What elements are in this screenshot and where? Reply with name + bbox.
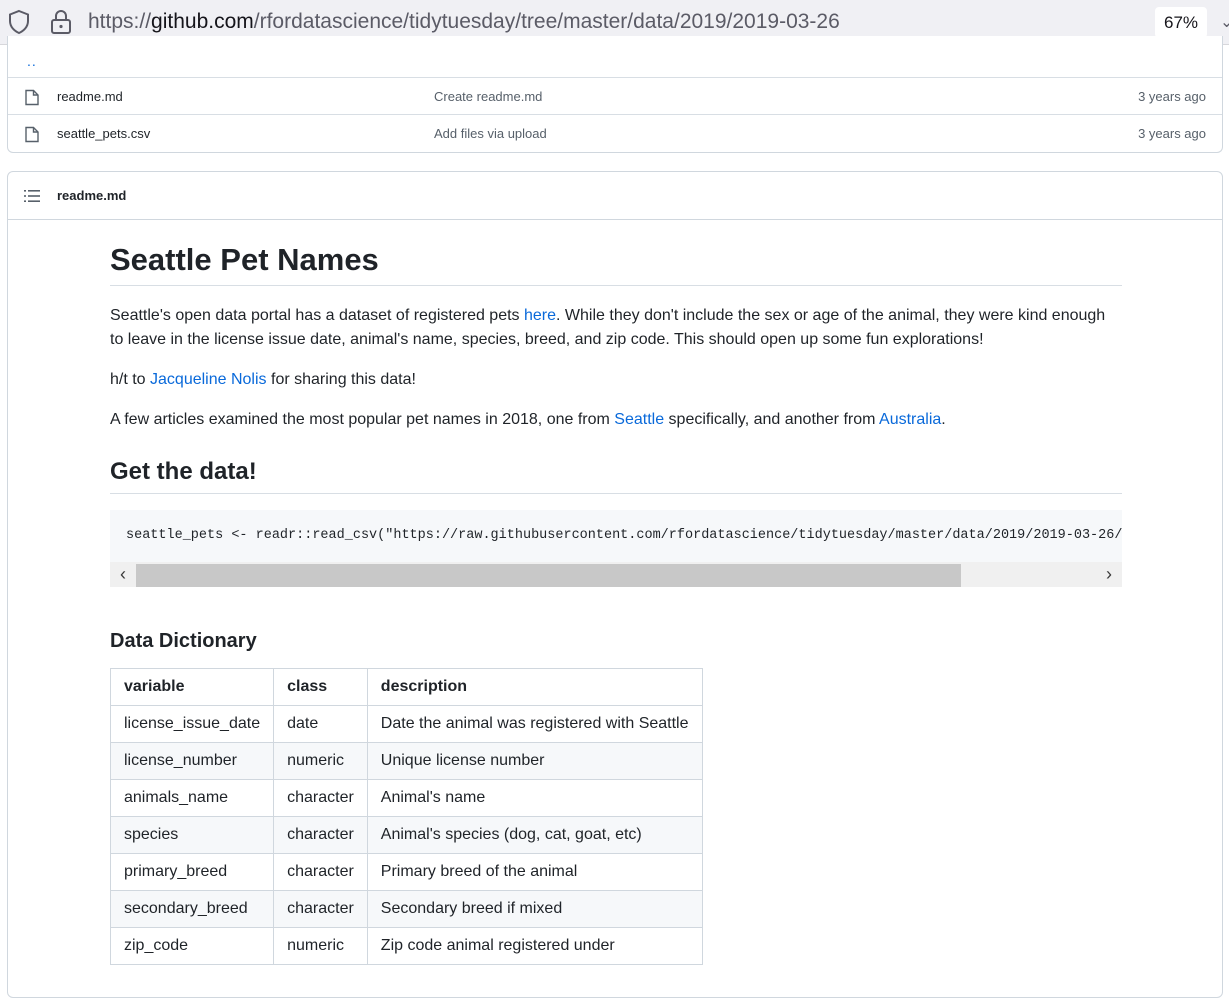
table-row: zip_code numeric Zip code animal registe…: [109, 927, 703, 965]
credit-paragraph: h/t to Jacqueline Nolis for sharing this…: [110, 368, 1122, 392]
intro-paragraph: Seattle's open data portal has a dataset…: [110, 304, 1122, 352]
credit-text: h/t to: [110, 371, 151, 388]
shield-icon[interactable]: [7, 9, 31, 35]
chevron-down-icon[interactable]: ⌄: [1220, 12, 1229, 32]
commit-message-link[interactable]: Create readme.md: [434, 89, 542, 104]
table-cell: primary_breed: [109, 853, 275, 891]
here-link[interactable]: here: [524, 307, 556, 324]
file-icon: [25, 89, 39, 106]
table-row: secondary_breed character Secondary bree…: [109, 890, 703, 928]
australia-link[interactable]: Australia: [879, 411, 941, 428]
data-dictionary-table: variable class description license_issue…: [109, 668, 703, 965]
horizontal-scrollbar[interactable]: ‹ ›: [110, 562, 1122, 587]
table-row: license_issue_date date Date the animal …: [109, 705, 703, 743]
zoom-level-button[interactable]: 67%: [1155, 7, 1207, 38]
file-name-link[interactable]: seattle_pets.csv: [57, 126, 150, 141]
url-host: github.com: [151, 10, 254, 33]
credit-text-continued: for sharing this data!: [266, 371, 416, 388]
table-cell: character: [273, 853, 368, 891]
file-row[interactable]: seattle_pets.csv Add files via upload 3 …: [8, 114, 1222, 151]
scroll-right-icon[interactable]: ›: [1096, 562, 1122, 587]
intro-text: Seattle's open data portal has a dataset…: [110, 307, 524, 324]
table-cell: animals_name: [109, 779, 275, 817]
column-header: description: [366, 668, 703, 706]
table-row: animals_name character Animal's name: [109, 779, 703, 817]
readme-panel: readme.md Seattle Pet Names Seattle's op…: [7, 171, 1223, 998]
parent-directory-link[interactable]: ..: [27, 53, 37, 69]
table-cell: numeric: [273, 927, 368, 965]
table-cell: numeric: [273, 742, 368, 780]
page-title: Seattle Pet Names: [110, 240, 1122, 286]
table-cell: character: [273, 779, 368, 817]
column-header: class: [273, 668, 368, 706]
articles-text: A few articles examined the most popular…: [110, 411, 615, 428]
table-row: species character Animal's species (dog,…: [109, 816, 703, 854]
table-cell: Unique license number: [366, 742, 703, 780]
code-text[interactable]: seattle_pets <- readr::read_csv("https:/…: [126, 526, 1122, 546]
table-cell: license_issue_date: [109, 705, 275, 743]
table-cell: character: [273, 816, 368, 854]
table-row: license_number numeric Unique license nu…: [109, 742, 703, 780]
table-cell: character: [273, 890, 368, 928]
table-row: primary_breed character Primary breed of…: [109, 853, 703, 891]
file-name-link[interactable]: readme.md: [57, 89, 123, 104]
table-cell: Animal's species (dog, cat, goat, etc): [366, 816, 703, 854]
table-cell: species: [109, 816, 275, 854]
table-cell: date: [273, 705, 368, 743]
articles-text-middle: specifically, and another from: [664, 411, 880, 428]
column-header: variable: [109, 668, 275, 706]
file-list: .. readme.md Create readme.md 3 years ag…: [7, 36, 1223, 153]
parent-directory-row[interactable]: ..: [8, 41, 1222, 78]
readme-header: readme.md: [8, 172, 1222, 220]
scrollbar-thumb[interactable]: [136, 564, 961, 587]
table-cell: Date the animal was registered with Seat…: [366, 705, 703, 743]
get-data-heading: Get the data!: [110, 457, 1122, 494]
table-cell: zip_code: [109, 927, 275, 965]
url-prefix: https://: [88, 10, 152, 33]
code-block: seattle_pets <- readr::read_csv("https:/…: [110, 510, 1122, 587]
articles-paragraph: A few articles examined the most popular…: [110, 408, 1122, 432]
commit-message-link[interactable]: Add files via upload: [434, 126, 547, 141]
table-cell: license_number: [109, 742, 275, 780]
table-cell: Primary breed of the animal: [366, 853, 703, 891]
table-cell: Animal's name: [366, 779, 703, 817]
commit-age: 3 years ago: [1138, 89, 1206, 104]
url-path: /rfordatascience/tidytuesday/tree/master…: [253, 10, 840, 33]
file-icon: [25, 126, 39, 143]
jacqueline-nolis-link[interactable]: Jacqueline Nolis: [150, 371, 267, 388]
table-cell: secondary_breed: [109, 890, 275, 928]
articles-text-end: .: [941, 411, 946, 428]
commit-age: 3 years ago: [1138, 126, 1206, 141]
seattle-link[interactable]: Seattle: [614, 411, 664, 428]
readme-header-title[interactable]: readme.md: [57, 188, 126, 203]
lock-icon[interactable]: [50, 9, 72, 35]
table-header-row: variable class description: [109, 668, 703, 706]
table-cell: Secondary breed if mixed: [366, 890, 703, 928]
table-cell: Zip code animal registered under: [366, 927, 703, 965]
list-icon[interactable]: [24, 188, 40, 204]
data-dictionary-heading: Data Dictionary: [110, 630, 257, 652]
url-field[interactable]: https://github.com/rfordatascience/tidyt…: [88, 8, 840, 36]
file-row[interactable]: readme.md Create readme.md 3 years ago: [8, 77, 1222, 114]
scroll-left-icon[interactable]: ‹: [110, 562, 136, 587]
